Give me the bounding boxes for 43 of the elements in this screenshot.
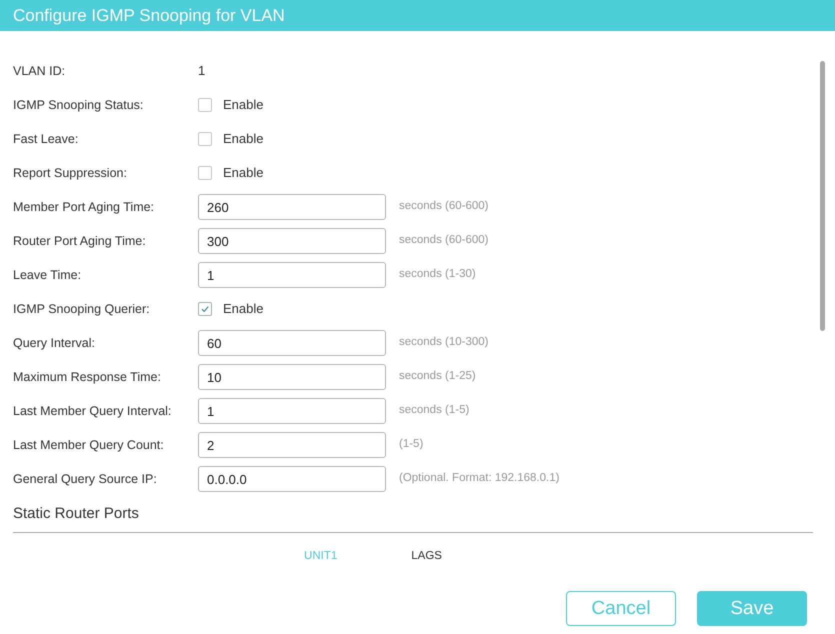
- hint-text: (1-5): [399, 437, 424, 452]
- hint-text: seconds (1-30): [399, 267, 476, 282]
- input-field[interactable]: 2: [198, 432, 386, 458]
- field-label: VLAN ID:: [13, 62, 66, 80]
- checkbox-label: Enable: [223, 130, 264, 148]
- field-label: General Query Source IP:: [13, 470, 158, 488]
- checkbox[interactable]: [198, 166, 212, 180]
- dialog-title: Configure IGMP Snooping for VLAN: [13, 4, 285, 27]
- input-field[interactable]: 260: [198, 194, 386, 220]
- field-label: Router Port Aging Time:: [13, 232, 147, 250]
- hint-text: seconds (1-25): [399, 369, 476, 384]
- field-label: Member Port Aging Time:: [13, 198, 156, 216]
- hint-text: seconds (1-5): [399, 403, 470, 418]
- input-field[interactable]: 1: [198, 398, 386, 424]
- input-field[interactable]: 10: [198, 364, 386, 390]
- check-icon: [200, 304, 210, 314]
- tab[interactable]: LAGS: [409, 548, 444, 566]
- field-label: Leave Time:: [13, 266, 82, 284]
- checkbox-label: Enable: [223, 164, 264, 182]
- field-label: Query Interval:: [13, 334, 96, 352]
- field-label: Report Suppression:: [13, 164, 128, 182]
- hint-text: seconds (60-600): [399, 233, 488, 248]
- section-title: Static Router Ports: [13, 505, 139, 522]
- checkbox[interactable]: [198, 98, 212, 112]
- checkbox-label: Enable: [223, 300, 264, 318]
- checkbox[interactable]: [198, 132, 212, 146]
- input-field[interactable]: 0.0.0.0: [198, 466, 386, 492]
- hint-text: seconds (60-600): [399, 199, 488, 214]
- input-field[interactable]: 60: [198, 330, 386, 356]
- field-label: IGMP Snooping Querier:: [13, 300, 151, 318]
- scrollbar-thumb[interactable]: [820, 61, 825, 331]
- hint-text: seconds (10-300): [399, 335, 488, 350]
- field-value: 1: [198, 62, 206, 80]
- field-label: Maximum Response Time:: [13, 368, 162, 386]
- field-label: IGMP Snooping Status:: [13, 96, 144, 114]
- checkbox[interactable]: [198, 302, 212, 316]
- hint-text: (Optional. Format: 192.168.0.1): [399, 471, 560, 486]
- field-label: Last Member Query Interval:: [13, 402, 172, 420]
- checkbox-label: Enable: [223, 96, 264, 114]
- input-field[interactable]: 300: [198, 228, 386, 254]
- input-field[interactable]: 1: [198, 262, 386, 288]
- field-label: Last Member Query Count:: [13, 436, 165, 454]
- field-label: Fast Leave:: [13, 130, 80, 148]
